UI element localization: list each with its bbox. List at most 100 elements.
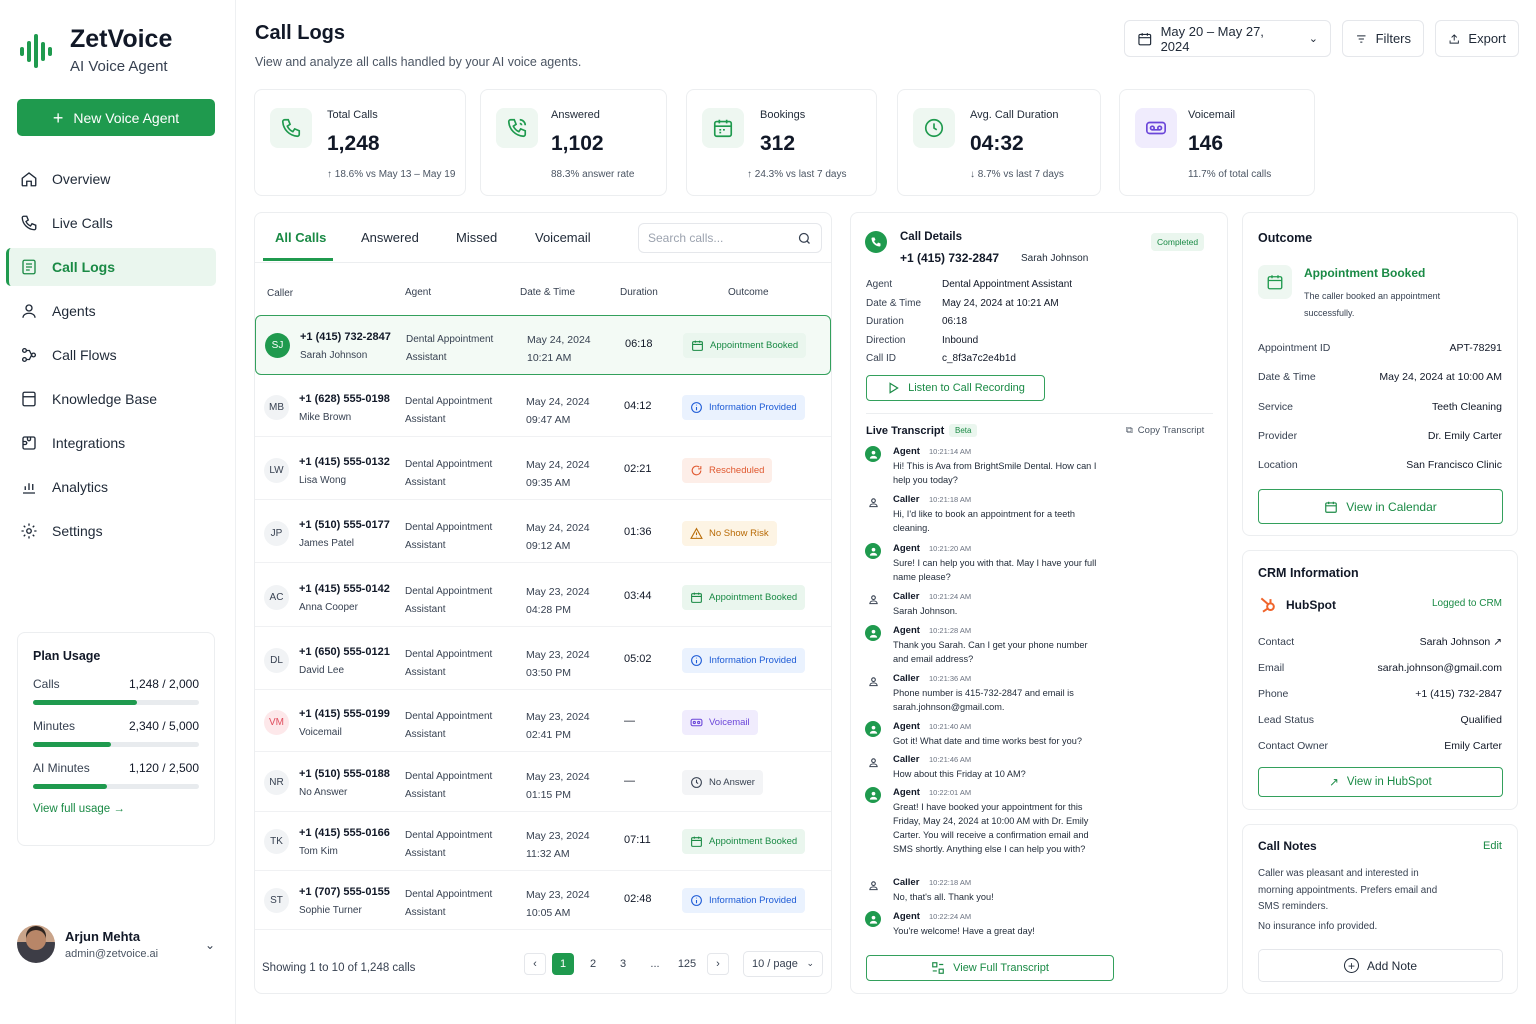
sidebar-item-live-calls[interactable]: Live Calls (6, 204, 216, 242)
search-input[interactable]: Search calls... (638, 223, 822, 253)
page-subtitle: View and analyze all calls handled by yo… (255, 55, 582, 69)
tab-voicemail[interactable]: Voicemail (535, 230, 591, 245)
page-button[interactable]: 3 (612, 953, 634, 975)
active-tab-indicator (263, 258, 333, 261)
column-header[interactable]: Agent (405, 287, 431, 298)
home-icon (21, 172, 37, 187)
page-button[interactable]: 1 (552, 953, 574, 975)
sidebar-item-settings[interactable]: Settings (6, 512, 216, 550)
tab-answered[interactable]: Answered (361, 230, 419, 245)
page-button[interactable]: 2 (582, 953, 604, 975)
sidebar-item-knowledge-base[interactable]: Knowledge Base (6, 380, 216, 418)
table-row[interactable]: JP +1 (510) 555-0177 James Patel Dental App… (255, 504, 831, 563)
call-date: May 24, 2024 (527, 334, 591, 346)
speaker-label: Agent (893, 446, 920, 457)
search-placeholder: Search calls... (648, 231, 724, 245)
calendar-icon (1138, 32, 1152, 45)
column-header[interactable]: Duration (620, 287, 658, 298)
agent-name-cont: Assistant (406, 352, 447, 363)
caller-number: +1 (510) 555-0177 (299, 519, 390, 531)
table-row[interactable]: MB +1 (628) 555-0198 Mike Brown Dental Appo… (255, 378, 831, 437)
tab-all-calls[interactable]: All Calls (275, 230, 326, 245)
crm-panel: CRM Information HubSpot Logged to CRM Co… (1242, 550, 1518, 810)
table-row[interactable]: NR +1 (510) 555-0188 No Answer Dental Appoi… (255, 753, 831, 812)
sidebar-item-integrations[interactable]: Integrations (6, 424, 216, 462)
caller-number: +1 (415) 732-2847 (900, 251, 1000, 265)
listen-recording-button[interactable]: Listen to Call Recording (866, 375, 1045, 401)
users-icon (22, 304, 36, 318)
column-header[interactable]: Caller (267, 288, 293, 299)
caller-avatar: LW (264, 458, 289, 483)
crm-contact-link[interactable]: Sarah Johnson ↗ (1420, 636, 1502, 648)
upload-icon (1449, 33, 1459, 44)
edit-notes-button[interactable]: Edit (1483, 840, 1502, 852)
outcome-row: Appointment ID APT-78291 (1258, 342, 1502, 354)
outcome-badge: No Answer (682, 770, 763, 795)
outcome-badge: Appointment Booked (682, 585, 806, 610)
table-row[interactable]: DL +1 (650) 555-0121 David Lee Dental Appoi… (255, 631, 831, 690)
transcript-title: Live Transcript (866, 425, 945, 437)
outcome-status: Appointment Booked (1304, 266, 1426, 280)
logo[interactable]: ZetVoice AI Voice Agent (18, 26, 172, 75)
book-icon (22, 391, 36, 407)
export-button[interactable]: Export (1435, 20, 1519, 57)
sidebar-item-agents[interactable]: Agents (6, 292, 216, 330)
pagination-summary: Showing 1 to 10 of 1,248 calls (262, 962, 416, 974)
sidebar-item-call-flows[interactable]: Call Flows (6, 336, 216, 374)
filters-button[interactable]: Filters (1342, 20, 1424, 57)
speaker-label: Agent (893, 543, 920, 554)
date-range-label: May 20 – May 27, 2024 (1160, 23, 1264, 54)
caller-avatar-icon (865, 494, 881, 510)
page-size-select[interactable]: 10 / page ⌄ (743, 951, 823, 977)
gear-icon (21, 523, 37, 539)
search-icon[interactable] (797, 231, 812, 246)
crm-value: Sarah Johnson (1419, 636, 1491, 648)
transcript-icon (932, 962, 944, 974)
table-row[interactable]: AC +1 (415) 555-0142 Anna Cooper Dental App… (255, 568, 831, 627)
view-full-usage-link[interactable]: View full usage → (33, 803, 199, 815)
table-row[interactable]: VM +1 (415) 555-0199 Voicemail Dental Appoi… (255, 693, 831, 752)
table-row[interactable]: LW +1 (415) 555-0132 Lisa Wong Dental Appoi… (255, 441, 831, 500)
agent-cell: Dental Appointment Assistant (405, 768, 515, 804)
page-button[interactable]: 125 (674, 953, 700, 975)
column-header[interactable]: Date & Time (520, 287, 575, 298)
caller-avatar: MB (264, 395, 289, 420)
sidebar-item-call-logs[interactable]: Call Logs (6, 248, 216, 286)
table-row[interactable]: SJ +1 (415) 732-2847 Sarah Johnson Dental A… (255, 315, 831, 375)
detail-key: Direction (866, 335, 906, 346)
crm-key: Lead Status (1258, 714, 1315, 726)
chevron-down-icon[interactable]: ⌄ (205, 938, 215, 952)
table-row[interactable]: TK +1 (415) 555-0166 Tom Kim Dental Appoint… (255, 812, 831, 871)
sidebar-item-overview[interactable]: Overview (6, 160, 216, 198)
add-note-button[interactable]: + Add Note (1258, 949, 1503, 982)
prev-page-button[interactable]: ‹ (524, 953, 546, 975)
table-row[interactable]: ST +1 (707) 555-0155 Sophie Turner Dental A… (255, 871, 831, 930)
next-page-button[interactable]: › (707, 953, 729, 975)
calendar-icon (691, 339, 704, 352)
user-profile[interactable]: Arjun Mehta admin@zetvoice.ai ⌄ (17, 924, 217, 964)
agent-name: Dental Appointment (405, 649, 493, 660)
call-details-panel: Call Details +1 (415) 732-2847 Sarah Joh… (850, 212, 1228, 994)
hubspot-logo-icon (1260, 597, 1275, 613)
view-full-transcript-button[interactable]: View Full Transcript (866, 955, 1114, 981)
view-in-calendar-button[interactable]: View in Calendar (1258, 489, 1503, 524)
agent-name: Dental Appointment (405, 522, 493, 533)
date-range-picker[interactable]: May 20 – May 27, 2024 ⌄ (1124, 20, 1331, 57)
message-text: Hi, I'd like to book an appointment for … (893, 509, 1076, 533)
caller-number: +1 (415) 555-0142 (299, 583, 390, 595)
stat-value: 1,102 (551, 132, 604, 155)
call-duration: 06:18 (625, 338, 653, 350)
view-in-hubspot-button[interactable]: ↗ View in HubSpot (1258, 767, 1503, 797)
phone-icon (865, 231, 887, 253)
column-header[interactable]: Outcome (728, 287, 769, 298)
agent-name: Dental Appointment (405, 889, 493, 900)
outcome-key: Date & Time (1258, 371, 1316, 383)
sidebar-item-label: Settings (52, 523, 103, 539)
sidebar-item-analytics[interactable]: Analytics (6, 468, 216, 506)
outcome-label: Appointment Booked (709, 592, 798, 603)
caller-number: +1 (415) 555-0132 (299, 456, 390, 468)
divider (866, 413, 1213, 414)
tab-missed[interactable]: Missed (456, 230, 497, 245)
copy-transcript-button[interactable]: ⧉ Copy Transcript (1126, 425, 1204, 436)
new-voice-agent-button[interactable]: + New Voice Agent (17, 99, 215, 136)
